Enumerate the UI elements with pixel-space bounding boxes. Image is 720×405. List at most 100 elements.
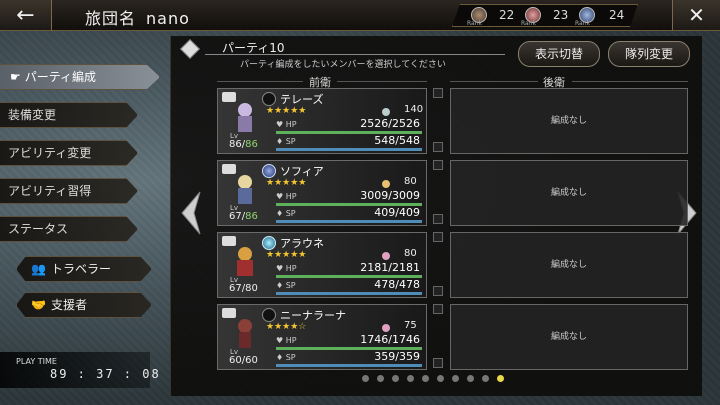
menu-label: ステータス [8, 222, 69, 236]
job-ring-icon [262, 236, 276, 250]
page-dot[interactable] [377, 375, 384, 382]
moon-icon [382, 108, 390, 116]
menu-ability-change[interactable]: アビリティ変更 [0, 140, 138, 166]
party-member-card[interactable]: テレーズ ★★★★★ 140 Lv 86/86 ♥ HP 2526/2526 ♦… [217, 88, 427, 154]
page-dot[interactable] [422, 375, 429, 382]
hp-label: ♥ HP [276, 336, 297, 345]
max-level: 80 [245, 283, 258, 294]
empty-slot-label: 編成なし [550, 116, 587, 126]
menu-label: アビリティ変更 [8, 146, 92, 160]
max-level: 86 [245, 211, 258, 222]
sun-icon [382, 180, 390, 188]
flower-icon [382, 252, 390, 260]
front-divider-left [217, 81, 303, 82]
chevron-left-icon [181, 191, 201, 235]
supporter-label: 支援者 [51, 298, 88, 312]
page-dot[interactable] [362, 375, 369, 382]
supporter-button[interactable]: 🤝 支援者 [16, 292, 152, 318]
back-arrow-icon: ← [16, 2, 35, 28]
sp-bar [276, 292, 422, 295]
sp-bar [276, 220, 422, 223]
empty-slot-label: 編成なし [550, 188, 587, 198]
page-dot[interactable] [452, 375, 459, 382]
sp-value: 409/409 [374, 206, 420, 219]
rarity-stars: ★★★★★ [266, 178, 307, 188]
formation-change-label: 隊列変更 [624, 47, 673, 61]
max-level: 86 [245, 139, 258, 150]
page-dot[interactable] [467, 375, 474, 382]
empty-slot-label: 編成なし [550, 332, 587, 342]
page-dot[interactable] [497, 375, 504, 382]
display-toggle-button[interactable]: 表示切替 [518, 41, 600, 67]
character-name: ソフィア [280, 165, 324, 178]
close-icon: ✕ [688, 3, 705, 27]
max-level: 60 [245, 355, 258, 366]
page-dot[interactable] [392, 375, 399, 382]
sp-text: SP [285, 353, 296, 362]
job-ring-icon [262, 92, 276, 106]
flower-icon [382, 324, 390, 332]
sp-text: SP [285, 281, 296, 290]
party-divider [205, 54, 505, 55]
hp-text: HP [285, 336, 297, 345]
display-toggle-label: 表示切替 [534, 47, 583, 61]
back-row-slot[interactable]: 編成なし [450, 304, 688, 370]
sp-value: 359/359 [374, 350, 420, 363]
back-row-slot[interactable]: 編成なし [450, 88, 688, 154]
playtime-value: 89 : 37 : 08 [50, 367, 161, 381]
rarity-stars: ★★★★★ [266, 106, 307, 116]
traveler-button[interactable]: 👥 トラベラー [16, 256, 152, 282]
party-subtitle: パーティ編成をしたいメンバーを選択してください [240, 60, 446, 70]
back-button[interactable]: ← [0, 0, 52, 30]
job-ring-icon [262, 308, 276, 322]
link-connector [431, 88, 445, 154]
level-cap: 140 [404, 104, 424, 115]
playtime-label: PLAY TIME [16, 357, 57, 366]
formation-change-button[interactable]: 隊列変更 [608, 41, 690, 67]
empty-slot-label: 編成なし [550, 260, 587, 270]
menu-ability-learn[interactable]: アビリティ習得 [0, 178, 138, 204]
prev-party-arrow[interactable] [180, 190, 202, 236]
rank-label: Rank [521, 20, 536, 27]
level-cap: 80 [404, 176, 417, 187]
rank-label: Rank [575, 20, 590, 27]
page-dot[interactable] [437, 375, 444, 382]
back-row-slot[interactable]: 編成なし [450, 232, 688, 298]
back-divider-left [450, 81, 538, 82]
menu-equipment-change[interactable]: 装備変更 [0, 102, 138, 128]
top-bar: ← 旅団名 nano Rank 22 Rank 23 Rank 24 ✕ [0, 0, 720, 31]
hp-text: HP [285, 192, 297, 201]
page-dot[interactable] [482, 375, 489, 382]
menu-party-formation[interactable]: ☛ パーティ編成 [0, 64, 160, 90]
level-value: 60/60 [229, 355, 258, 366]
link-connector [431, 304, 445, 370]
sp-bar [276, 364, 422, 367]
rank-label: Rank [467, 20, 482, 27]
sp-label: ♦ SP [276, 281, 296, 290]
current-level: 67 [229, 211, 242, 222]
close-button[interactable]: ✕ [672, 0, 720, 30]
sp-value: 478/478 [374, 278, 420, 291]
party-member-card[interactable]: ニーナラーナ ★★★★☆ 75 Lv 60/60 ♥ HP 1746/1746 … [217, 304, 427, 370]
rank-value: 23 [553, 8, 569, 22]
sp-text: SP [285, 209, 296, 218]
party-member-card[interactable]: アラウネ ★★★★★ 80 Lv 67/80 ♥ HP 2181/2181 ♦ … [217, 232, 427, 298]
back-divider-right [572, 81, 688, 82]
level-value: 67/80 [229, 283, 258, 294]
current-level: 86 [229, 139, 242, 150]
hp-label: ♥ HP [276, 264, 297, 273]
hp-value: 3009/3009 [360, 189, 420, 202]
back-row-slot[interactable]: 編成なし [450, 160, 688, 226]
brigade-name: nano [146, 9, 190, 28]
hp-value: 1746/1746 [360, 333, 420, 346]
menu-label: アビリティ習得 [8, 184, 92, 198]
menu-status[interactable]: ステータス [0, 216, 138, 242]
rank-panel: Rank 22 Rank 23 Rank 24 [452, 4, 638, 27]
page-dot[interactable] [407, 375, 414, 382]
party-member-card[interactable]: ソフィア ★★★★★ 80 Lv 67/86 ♥ HP 3009/3009 ♦ … [217, 160, 427, 226]
character-name: テレーズ [280, 93, 324, 106]
current-level: 60 [229, 355, 242, 366]
sp-text: SP [285, 137, 296, 146]
rarity-stars: ★★★★☆ [266, 322, 307, 332]
character-portrait [228, 171, 262, 205]
